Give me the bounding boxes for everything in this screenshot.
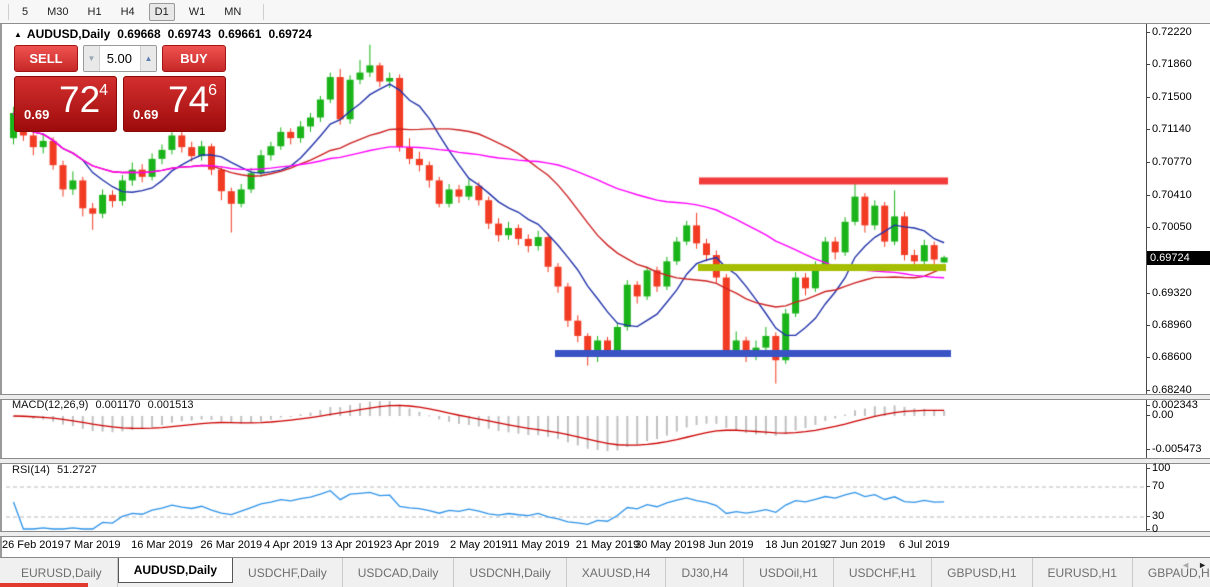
tab-audusd-daily[interactable]: AUDUSD,Daily — [118, 557, 233, 583]
sell-price-big: 72 — [59, 79, 100, 121]
timeframe-button-h1[interactable]: H1 — [83, 4, 107, 20]
tab-usdchf-h1[interactable]: USDCHF,H1 — [834, 558, 932, 587]
sell-button[interactable]: SELL — [14, 45, 78, 72]
timeframe-button-mn[interactable]: MN — [219, 4, 246, 20]
timeframe-button-h4[interactable]: H4 — [116, 4, 140, 20]
panel-splitter-macd[interactable] — [0, 394, 1210, 400]
buy-button[interactable]: BUY — [162, 45, 226, 72]
panel-splitter-dates — [0, 531, 1210, 537]
tab-gbpusd-h1[interactable]: GBPUSD,H1 — [932, 558, 1032, 587]
scroll-left-icon[interactable]: ◄ — [1181, 560, 1190, 570]
timeframe-button-m30[interactable]: M30 — [42, 4, 73, 20]
sell-quote-box[interactable]: 0.69 72 4 — [14, 76, 117, 132]
buy-price-pip: 6 — [208, 82, 217, 100]
buy-quote-box[interactable]: 0.69 74 6 — [123, 76, 226, 132]
tab-usdcad-daily[interactable]: USDCAD,Daily — [343, 558, 455, 587]
tab-scroll-arrows: ◄ ► — [1181, 560, 1207, 570]
timeframe-button-d1[interactable]: D1 — [149, 3, 175, 21]
volume-decrease-icon[interactable]: ▼ — [84, 46, 100, 71]
bottom-accent — [0, 583, 88, 587]
tab-eurusd-h1[interactable]: EURUSD,H1 — [1033, 558, 1133, 587]
volume-input[interactable]: 5.00 — [100, 46, 140, 71]
buy-price-prefix: 0.69 — [133, 107, 158, 122]
one-click-trade-panel: SELL ▼ 5.00 ▲ BUY 0.69 72 4 0.69 74 6 — [14, 45, 226, 132]
volume-increase-icon[interactable]: ▲ — [140, 46, 156, 71]
timeframe-button-w1[interactable]: W1 — [184, 4, 211, 20]
tab-usdchf-daily[interactable]: USDCHF,Daily — [233, 558, 343, 587]
volume-stepper: ▼ 5.00 ▲ — [83, 45, 157, 72]
timeframe-button-5[interactable]: 5 — [17, 4, 33, 20]
tab-xauusd-h4[interactable]: XAUUSD,H4 — [567, 558, 667, 587]
sell-price-prefix: 0.69 — [24, 107, 49, 122]
buy-price-big: 74 — [168, 79, 209, 121]
tab-dj30-h4[interactable]: DJ30,H4 — [666, 558, 744, 587]
tab-usdoil-h1[interactable]: USDOil,H1 — [744, 558, 834, 587]
timeframe-toolbar: 5 M30 H1 H4 D1 W1 MN — [0, 0, 1210, 24]
tab-usdcnh-daily[interactable]: USDCNH,Daily — [454, 558, 566, 587]
sell-price-pip: 4 — [99, 82, 108, 100]
chart-left-border — [0, 23, 2, 557]
symbol-tabbar: EURUSD,DailyAUDUSD,DailyUSDCHF,DailyUSDC… — [0, 557, 1210, 587]
panel-splitter-rsi[interactable] — [0, 458, 1210, 464]
scroll-right-icon[interactable]: ► — [1198, 560, 1207, 570]
